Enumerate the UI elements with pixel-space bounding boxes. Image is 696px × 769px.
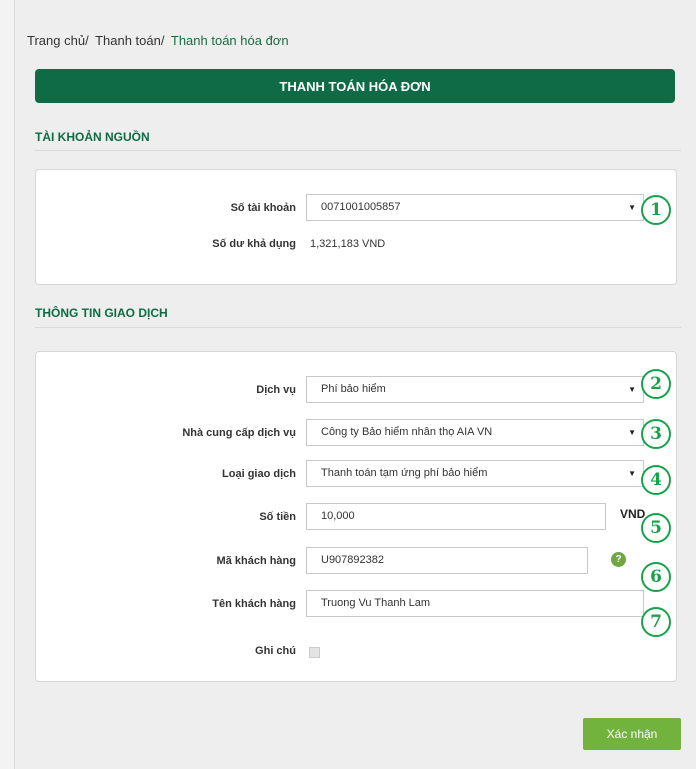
provider-select[interactable]: Công ty Bảo hiểm nhân thọ AIA VN (306, 419, 644, 446)
page-content: Trang chủ/ Thanh toán/ Thanh toán hóa đơ… (14, 0, 696, 769)
amount-row: Số tiền 10,000 VND (36, 503, 676, 531)
service-label: Dịch vụ (256, 384, 296, 396)
section-divider (35, 150, 681, 151)
breadcrumb-home[interactable]: Trang chủ (27, 33, 85, 48)
marker-4: 4 (641, 465, 671, 495)
breadcrumb-separator: / (160, 33, 165, 48)
page-title-banner: THANH TOÁN HÓA ĐƠN (35, 69, 675, 103)
customer-name-label: Tên khách hàng (212, 598, 296, 610)
breadcrumb-current: Thanh toán hóa đơn (170, 33, 289, 48)
note-checkbox[interactable] (309, 647, 320, 658)
marker-3: 3 (641, 419, 671, 449)
page-title: THANH TOÁN HÓA ĐƠN (279, 78, 431, 94)
balance-label: Số dư khả dụng (212, 238, 296, 250)
amount-input[interactable]: 10,000 (306, 503, 606, 530)
transaction-type-row: Loại giao dịch Thanh toán tạm ứng phí bả… (36, 460, 676, 488)
customer-code-row: Mã khách hàng U907892382 ? (36, 547, 676, 575)
note-row: Ghi chú (36, 637, 676, 665)
breadcrumb-payment[interactable]: Thanh toán (95, 33, 161, 48)
provider-row: Nhà cung cấp dịch vụ Công ty Bảo hiểm nh… (36, 419, 676, 447)
account-select[interactable]: 0071001005857 (306, 194, 644, 221)
balance-value: 1,321,183 VND (310, 238, 386, 250)
source-account-heading: TÀI KHOẢN NGUỒN (35, 130, 150, 144)
source-account-panel: Số tài khoản 0071001005857 Số dư khả dụn… (35, 169, 677, 285)
note-label: Ghi chú (255, 645, 296, 657)
transaction-type-select[interactable]: Thanh toán tạm ứng phí bảo hiểm (306, 460, 644, 487)
service-row: Dịch vụ Phí bảo hiểm (36, 376, 676, 404)
customer-code-input[interactable]: U907892382 (306, 547, 588, 574)
amount-label: Số tiền (259, 511, 296, 523)
account-row: Số tài khoản 0071001005857 (36, 194, 676, 222)
help-icon[interactable]: ? (611, 552, 626, 567)
balance-row: Số dư khả dụng 1,321,183 VND (36, 230, 676, 258)
section-divider (35, 327, 681, 328)
confirm-button[interactable]: Xác nhận (583, 718, 681, 750)
provider-label: Nhà cung cấp dịch vụ (182, 427, 296, 439)
customer-name-row: Tên khách hàng Truong Vu Thanh Lam (36, 590, 676, 618)
transaction-panel: Dịch vụ Phí bảo hiểm Nhà cung cấp dịch v… (35, 351, 677, 682)
transaction-type-label: Loại giao dịch (222, 468, 296, 480)
marker-6: 6 (641, 562, 671, 592)
marker-7: 7 (641, 607, 671, 637)
transaction-heading: THÔNG TIN GIAO DỊCH (35, 306, 168, 320)
customer-name-input[interactable]: Truong Vu Thanh Lam (306, 590, 644, 617)
service-select[interactable]: Phí bảo hiểm (306, 376, 644, 403)
customer-code-label: Mã khách hàng (216, 555, 296, 567)
marker-5: 5 (641, 513, 671, 543)
marker-2: 2 (641, 369, 671, 399)
account-label: Số tài khoản (230, 202, 296, 214)
breadcrumb: Trang chủ/ Thanh toán/ Thanh toán hóa đơ… (27, 33, 289, 48)
marker-1: 1 (641, 195, 671, 225)
breadcrumb-separator: / (85, 33, 89, 48)
